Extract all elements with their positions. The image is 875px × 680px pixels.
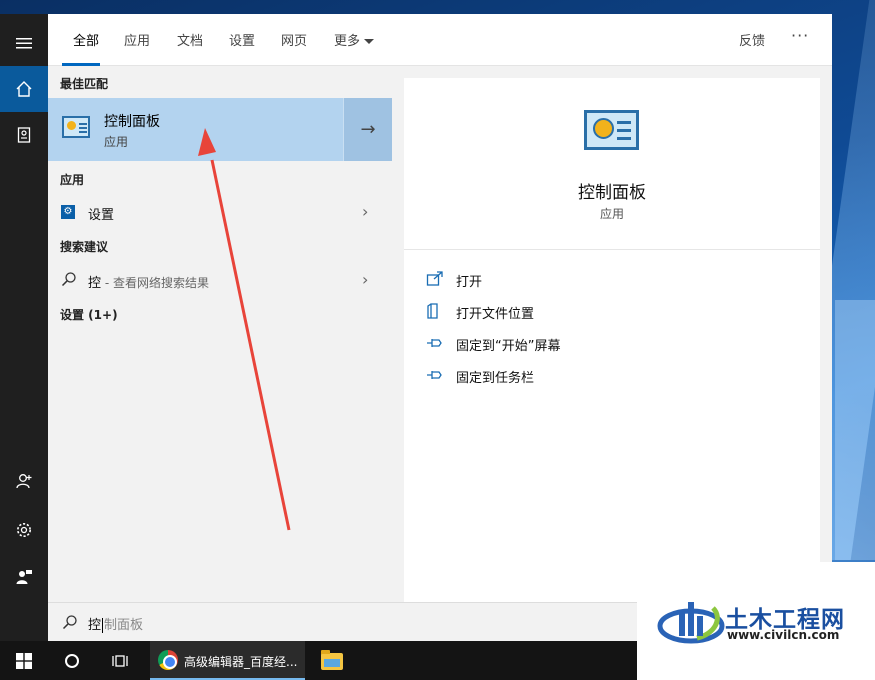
task-view-button[interactable] — [100, 641, 140, 680]
civilcn-logo-icon — [657, 602, 725, 644]
chevron-right-icon[interactable]: › — [362, 202, 368, 221]
watermark-url: www.civilcn.com — [727, 628, 840, 642]
tab-settings[interactable]: 设置 — [229, 30, 255, 49]
home-button[interactable] — [0, 66, 48, 112]
list-item-label: 设置 — [88, 208, 115, 223]
tab-web[interactable]: 网页 — [281, 30, 307, 49]
hamburger-menu-button[interactable] — [0, 20, 48, 66]
best-match-heading: 最佳匹配 — [60, 77, 109, 91]
tab-apps[interactable]: 应用 — [124, 30, 150, 49]
best-match-subtitle: 应用 — [104, 135, 129, 149]
chevron-down-icon — [364, 39, 375, 44]
best-match-title: 控制面板 — [104, 114, 160, 130]
search-box[interactable]: 控制面板 — [48, 602, 638, 641]
preview-pane: 控制面板 应用 打开 打开文件位置 固定到“开始”屏幕 固定到任务栏 — [404, 78, 820, 602]
notebook-icon — [17, 127, 31, 143]
watermark: 土木工程网 www.civilcn.com — [637, 562, 875, 680]
preview-subtitle: 应用 — [599, 207, 624, 221]
person-feedback-icon — [16, 570, 32, 584]
control-panel-icon — [62, 116, 90, 138]
action-open-file-location[interactable]: 打开文件位置 — [426, 300, 806, 324]
open-icon — [426, 271, 443, 286]
apps-heading: 应用 — [60, 173, 85, 187]
search-icon — [62, 615, 77, 630]
person-add-icon — [16, 474, 32, 489]
search-input[interactable]: 控制面板 — [88, 614, 143, 633]
hamburger-icon — [16, 38, 32, 49]
more-options-icon[interactable]: ··· — [791, 26, 809, 45]
search-icon — [61, 272, 76, 287]
action-pin-to-taskbar[interactable]: 固定到任务栏 — [426, 364, 806, 388]
suggestion-query: 控 — [88, 276, 102, 291]
suggestion-hint: - 查看网络搜索结果 — [101, 276, 209, 290]
search-typed-text: 控 — [88, 618, 102, 633]
action-label: 打开 — [456, 275, 483, 290]
cortana-button[interactable] — [52, 641, 92, 680]
task-view-icon — [112, 654, 128, 667]
taskbar-app-chrome[interactable]: 高级编辑器_百度经... — [150, 641, 305, 680]
open-preview-button[interactable]: → — [343, 98, 392, 161]
taskbar-app-label: 高级编辑器_百度经... — [184, 655, 298, 669]
file-location-icon — [427, 303, 438, 319]
action-label: 固定到任务栏 — [456, 371, 535, 386]
search-autocomplete: 制面板 — [104, 618, 144, 633]
tab-documents[interactable]: 文档 — [177, 30, 203, 49]
settings-count-heading[interactable]: 设置 (1+) — [60, 306, 118, 323]
wallpaper-light-beam — [835, 300, 875, 560]
arrow-right-icon: → — [360, 119, 376, 140]
action-open[interactable]: 打开 — [426, 268, 806, 292]
suggestion-text: 控 - 查看网络搜索结果 — [88, 272, 209, 291]
cortana-circle-icon — [65, 653, 79, 668]
tab-all[interactable]: 全部 — [73, 30, 99, 49]
notebook-button[interactable] — [0, 112, 48, 158]
start-button[interactable] — [4, 641, 44, 680]
search-panel: 全部 应用 文档 设置 网页 更多 反馈 ··· 最佳匹配 控制面板 应用 → … — [48, 14, 832, 602]
settings-app-icon: ⚙ — [61, 205, 75, 219]
control-panel-icon — [584, 110, 639, 150]
action-label: 打开文件位置 — [456, 307, 535, 322]
list-item-web-suggestion[interactable]: 控 - 查看网络搜索结果 › — [48, 264, 392, 296]
preview-header: 控制面板 应用 — [404, 78, 820, 250]
windows-logo-icon — [16, 652, 32, 669]
gear-icon — [17, 523, 31, 537]
best-match-item[interactable]: 控制面板 应用 → — [48, 98, 392, 161]
file-explorer-icon[interactable] — [321, 650, 343, 670]
pin-icon — [427, 371, 442, 379]
tab-more[interactable]: 更多 — [334, 30, 375, 49]
add-account-button[interactable] — [0, 458, 48, 504]
tab-more-label: 更多 — [334, 34, 361, 49]
results-list: 最佳匹配 控制面板 应用 → 应用 ⚙ 设置 › 搜索建议 控 - 查看网络搜索… — [48, 66, 392, 602]
home-icon — [16, 81, 32, 97]
filter-tabs: 全部 应用 文档 设置 网页 更多 反馈 ··· — [48, 14, 832, 66]
feedback-link[interactable]: 反馈 — [739, 30, 765, 49]
action-label: 固定到“开始”屏幕 — [456, 339, 561, 354]
pin-icon — [427, 339, 442, 347]
preview-title: 控制面板 — [578, 183, 646, 203]
chrome-icon — [158, 650, 178, 670]
action-pin-to-start[interactable]: 固定到“开始”屏幕 — [426, 332, 806, 356]
start-left-rail — [0, 14, 48, 641]
search-suggestions-heading: 搜索建议 — [60, 240, 109, 254]
list-item-settings[interactable]: ⚙ 设置 › — [48, 196, 392, 228]
text-caret — [102, 618, 104, 633]
feedback-hub-button[interactable] — [0, 554, 48, 600]
chevron-right-icon[interactable]: › — [362, 270, 368, 289]
settings-button[interactable] — [0, 507, 48, 553]
